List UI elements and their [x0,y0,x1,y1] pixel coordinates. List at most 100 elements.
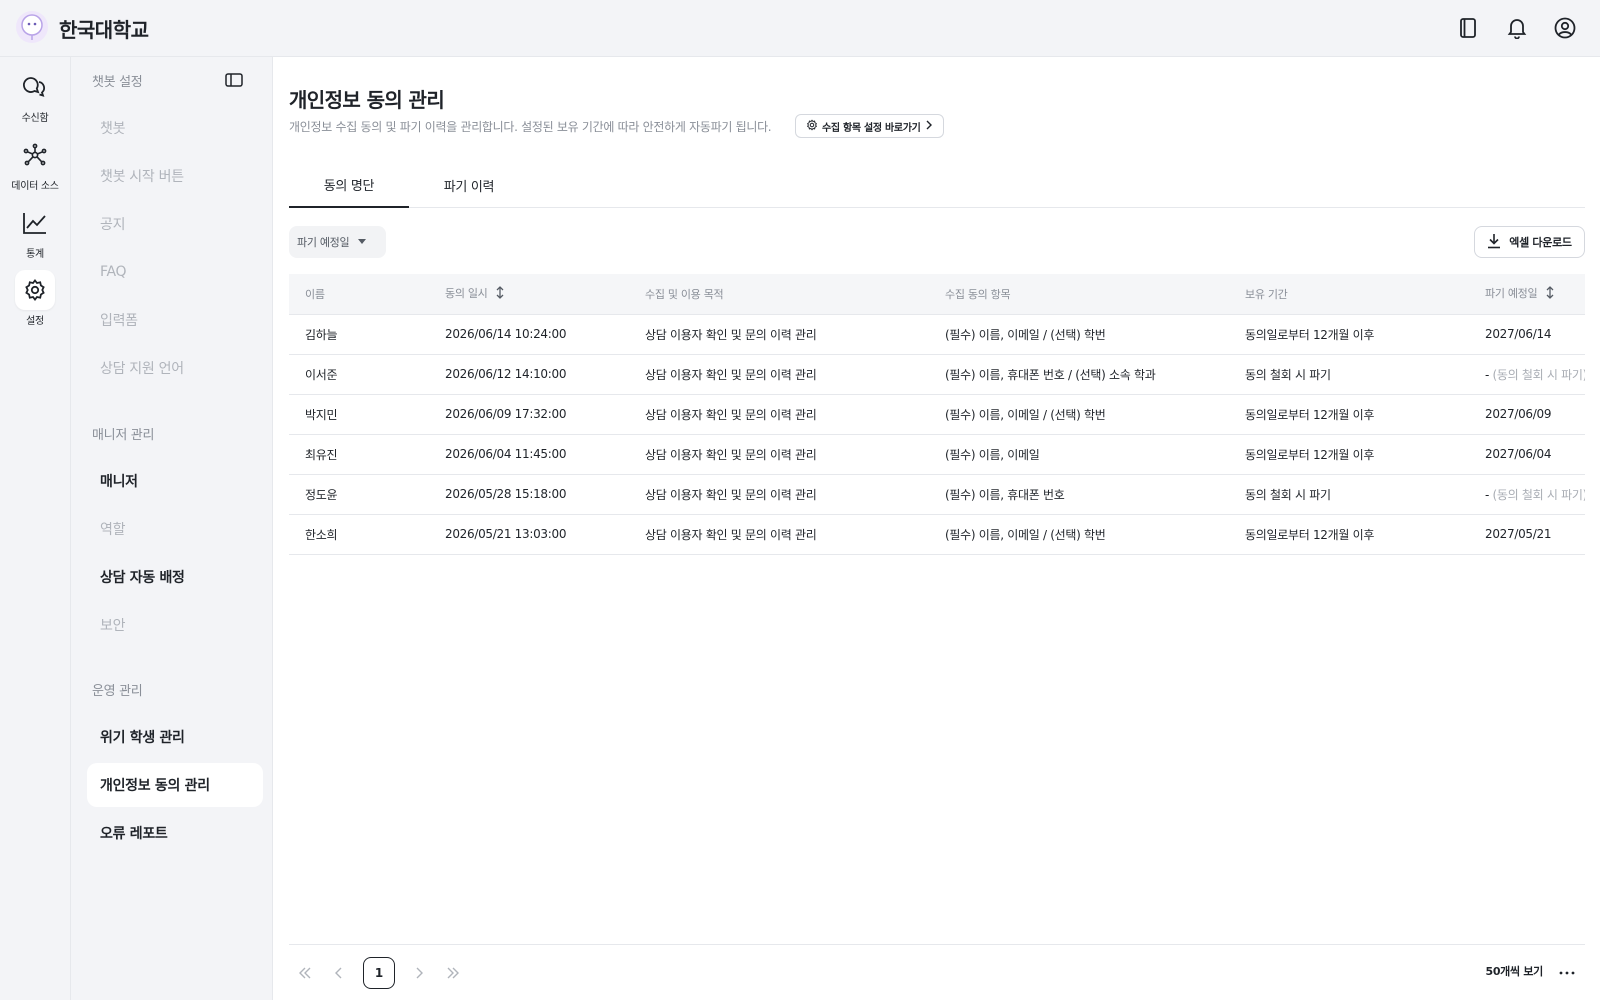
excel-download-button[interactable]: 엑셀 다운로드 [1474,226,1585,258]
user-circle-icon[interactable] [1553,16,1577,40]
section-chatbot-settings: 챗봇 설정 [92,75,143,90]
cell-retention: 동의일로부터 12개월 이후 [1229,514,1469,555]
gear-icon [15,270,55,310]
cell-destroy-date: 2027/06/04 [1469,434,1585,475]
prev-page-icon[interactable] [327,961,351,985]
sidebar-item-faq[interactable]: FAQ [87,250,263,294]
download-icon [1487,233,1501,252]
cell-destroy-date: 2027/06/09 [1469,394,1585,435]
filter-label: 파기 예정일 [297,236,350,249]
sidebar-item-auto-assign[interactable]: 상담 자동 배정 [87,555,263,599]
cell-name: 이서준 [289,354,429,395]
sidebar-item-error-report[interactable]: 오류 레포트 [87,811,263,855]
cell-retention: 동의일로부터 12개월 이후 [1229,434,1469,475]
table-row[interactable]: 정도윤 2026/05/28 15:18:00 상담 이용자 확인 및 문의 이… [289,474,1585,515]
tab-consent-list[interactable]: 동의 명단 [289,163,409,208]
table-row[interactable]: 김하늘 2026/06/14 10:24:00 상담 이용자 확인 및 문의 이… [289,314,1585,355]
rail-label-data-source: 데이터 소스 [11,181,59,192]
section-operations: 운영 관리 [92,684,143,699]
next-page-icon[interactable] [407,961,431,985]
last-page-icon[interactable] [441,961,465,985]
rail-item-inbox[interactable]: 수신함 [0,67,70,127]
consent-table: 이름 동의 일시 수집 및 이용 목적 수집 동의 항목 보유 기간 파기 예정… [289,274,1585,555]
cell-consent-date: 2026/05/21 13:03:00 [429,514,629,555]
settings-sidebar: 챗봇 설정 챗봇 챗봇 시작 버튼 공지 FAQ 입력폼 상담 지원 언어 매니… [71,57,273,1000]
table-row[interactable]: 박지민 2026/06/09 17:32:00 상담 이용자 확인 및 문의 이… [289,394,1585,435]
sidebar-item-chatbot-start-button[interactable]: 챗봇 시작 버튼 [87,154,263,198]
sidebar-item-input-form[interactable]: 입력폼 [87,298,263,342]
cell-purpose: 상담 이용자 확인 및 문의 이력 관리 [629,474,929,515]
sidebar-item-role[interactable]: 역할 [87,507,263,551]
column-header-retention: 보유 기간 [1229,274,1469,315]
cell-consent-date: 2026/05/28 15:18:00 [429,474,629,515]
column-header-destroy-date[interactable]: 파기 예정일 [1469,274,1585,315]
cell-purpose: 상담 이용자 확인 및 문의 이력 관리 [629,514,929,555]
cell-name: 최유진 [289,434,429,475]
sidebar-item-support-language[interactable]: 상담 지원 언어 [87,346,263,390]
first-page-icon[interactable] [293,961,317,985]
network-icon [15,135,55,175]
destroy-date-filter[interactable]: 파기 예정일 [289,226,386,258]
sidebar-item-notice[interactable]: 공지 [87,202,263,246]
logo-icon[interactable] [16,11,48,43]
cell-retention: 동의 철회 시 파기 [1229,474,1469,515]
cell-items: (필수) 이름, 이메일 / (선택) 학번 [929,314,1229,355]
cell-name: 한소희 [289,514,429,555]
rail-item-data-source[interactable]: 데이터 소스 [0,135,70,195]
shortcut-label: 수집 항목 설정 바로가기 [822,122,921,134]
more-options-icon[interactable] [1555,961,1579,985]
sort-icon[interactable] [1545,286,1555,302]
table-row[interactable]: 한소희 2026/05/21 13:03:00 상담 이용자 확인 및 문의 이… [289,514,1585,555]
cell-destroy-date: 2027/05/21 [1469,514,1585,555]
sidebar-item-chatbot[interactable]: 챗봇 [87,106,263,150]
cell-items: (필수) 이름, 이메일 / (선택) 학번 [929,514,1229,555]
sidebar-item-manager[interactable]: 매니저 [87,459,263,503]
caret-down-icon [357,236,367,249]
excel-download-label: 엑셀 다운로드 [1509,236,1572,249]
cell-retention: 동의일로부터 12개월 이후 [1229,394,1469,435]
page-number-current[interactable]: 1 [363,957,395,989]
table-row[interactable]: 최유진 2026/06/04 11:45:00 상담 이용자 확인 및 문의 이… [289,434,1585,475]
bell-icon[interactable] [1505,16,1529,40]
section-manager: 매니저 관리 [92,428,155,443]
sort-icon[interactable] [495,286,505,302]
cell-purpose: 상담 이용자 확인 및 문의 이력 관리 [629,354,929,395]
column-header-name: 이름 [289,274,429,315]
sidebar-item-crisis-students[interactable]: 위기 학생 관리 [87,715,263,759]
cell-retention: 동의일로부터 12개월 이후 [1229,314,1469,355]
main-content: 개인정보 동의 관리 개인정보 수집 동의 및 파기 이력을 관리합니다. 설정… [289,57,1585,1000]
cell-destroy-date: - (동의 철회 시 파기) [1469,474,1585,515]
page-size-select[interactable]: 50개씩 보기 [1485,963,1543,979]
pagination-footer: 1 50개씩 보기 [289,944,1585,1000]
table-row[interactable]: 이서준 2026/06/12 14:10:00 상담 이용자 확인 및 문의 이… [289,354,1585,395]
gear-icon [806,118,818,134]
chat-bubbles-icon [15,67,55,107]
cell-retention: 동의 철회 시 파기 [1229,354,1469,395]
rail-label-inbox: 수신함 [21,113,49,124]
cell-destroy-date: 2027/06/14 [1469,314,1585,355]
cell-destroy-date: - (동의 철회 시 파기) [1469,354,1585,395]
cell-consent-date: 2026/06/14 10:24:00 [429,314,629,355]
destroy-note: (동의 철회 시 파기) [1492,367,1585,382]
book-icon[interactable] [1456,16,1480,40]
cell-name: 박지민 [289,394,429,435]
cell-items: (필수) 이름, 이메일 / (선택) 학번 [929,394,1229,435]
tab-destruction-history[interactable]: 파기 이력 [409,163,529,208]
icon-rail: 수신함 데이터 소스 통계 설정 [0,57,71,1000]
cell-purpose: 상담 이용자 확인 및 문의 이력 관리 [629,314,929,355]
column-header-consent-date[interactable]: 동의 일시 [429,274,629,315]
brand-name: 한국대학교 [59,18,149,42]
tab-bar: 동의 명단 파기 이력 [289,163,1585,208]
column-header-items: 수집 동의 항목 [929,274,1229,315]
destroy-note: (동의 철회 시 파기) [1492,487,1585,502]
sidebar-item-security[interactable]: 보안 [87,603,263,647]
rail-label-statistics: 통계 [26,249,44,260]
settings-shortcut-button[interactable]: 수집 항목 설정 바로가기 [795,114,944,138]
page-description: 개인정보 수집 동의 및 파기 이력을 관리합니다. 설정된 보유 기간에 따라… [289,120,772,134]
rail-item-settings[interactable]: 설정 [0,270,70,330]
sidebar-item-privacy-consent[interactable]: 개인정보 동의 관리 [87,763,263,807]
line-chart-icon [15,203,55,243]
rail-item-statistics[interactable]: 통계 [0,203,70,263]
sidebar-toggle-icon[interactable] [225,72,245,92]
cell-items: (필수) 이름, 휴대폰 번호 / (선택) 소속 학과 [929,354,1229,395]
